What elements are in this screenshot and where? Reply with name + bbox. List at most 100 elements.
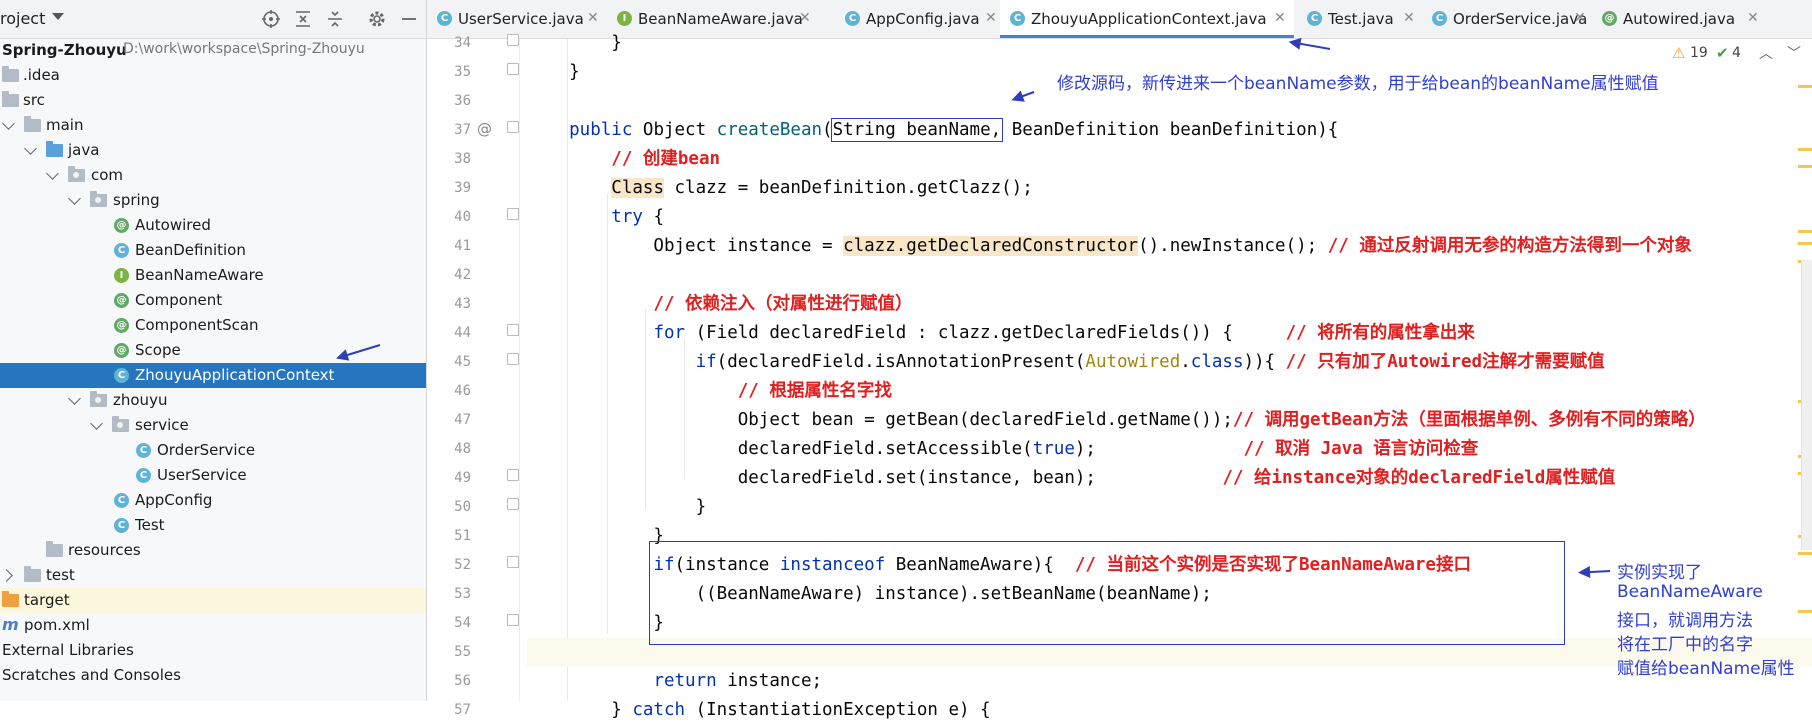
tree-item-external-libraries[interactable]: External Libraries bbox=[0, 638, 426, 663]
close-icon[interactable]: ✕ bbox=[1574, 10, 1586, 26]
chevron-down-icon[interactable] bbox=[68, 192, 81, 205]
collapse-all-icon[interactable] bbox=[324, 8, 346, 30]
fold-marker-icon[interactable] bbox=[507, 614, 519, 626]
warning-stripe[interactable] bbox=[1798, 242, 1812, 245]
code-line: Class clazz = beanDefinition.getClazz(); bbox=[611, 178, 1033, 198]
close-icon[interactable]: ✕ bbox=[1747, 10, 1759, 26]
warning-icon: ⚠ bbox=[1672, 44, 1686, 62]
project-panel-title[interactable]: roject bbox=[0, 9, 45, 28]
tree-item-service[interactable]: service bbox=[0, 413, 426, 438]
tree-item-java[interactable]: java bbox=[0, 138, 426, 163]
tree-item-label: .idea bbox=[23, 66, 60, 84]
warning-stripe[interactable] bbox=[1798, 165, 1812, 168]
tree-item-src[interactable]: src bbox=[0, 88, 426, 113]
chevron-right-icon[interactable] bbox=[0, 569, 13, 582]
close-icon[interactable]: ✕ bbox=[1274, 10, 1286, 26]
expand-all-icon[interactable] bbox=[292, 8, 314, 30]
project-root[interactable]: Spring-Zhouyu D:\work\workspace\Spring-Z… bbox=[0, 38, 426, 63]
line-number: 53 bbox=[454, 586, 471, 602]
tree-item-appconfig[interactable]: C AppConfig bbox=[0, 488, 426, 513]
close-icon[interactable]: ✕ bbox=[799, 10, 811, 26]
tree-item-target[interactable]: target bbox=[0, 588, 426, 613]
close-icon[interactable]: ✕ bbox=[587, 10, 599, 26]
tree-item-beannameaware[interactable]: I BeanNameAware bbox=[0, 263, 426, 288]
chevron-down-icon[interactable] bbox=[90, 417, 103, 430]
warning-stripe[interactable] bbox=[1798, 230, 1812, 233]
tree-item-label: test bbox=[46, 566, 75, 584]
tree-item-main[interactable]: main bbox=[0, 113, 426, 138]
chevron-down-icon[interactable]: ﹀ bbox=[1787, 43, 1801, 63]
class-icon: C bbox=[1010, 11, 1025, 26]
project-root-path: D:\work\workspace\Spring-Zhouyu bbox=[123, 41, 365, 57]
annotation-side-note-line: 实例实现了 bbox=[1617, 563, 1702, 583]
tree-item-label: com bbox=[91, 166, 124, 184]
annotation-side-note-line: BeanNameAware bbox=[1617, 582, 1763, 602]
tree-item-idea[interactable]: .idea bbox=[0, 63, 426, 88]
chevron-down-icon[interactable] bbox=[52, 13, 64, 20]
tab-label: OrderService.java bbox=[1453, 10, 1588, 28]
line-number: 49 bbox=[454, 470, 471, 486]
code-line: // 创建bean bbox=[527, 149, 721, 169]
tree-item-label: Test bbox=[135, 516, 165, 534]
tree-item-scratches[interactable]: Scratches and Consoles bbox=[0, 663, 426, 688]
close-icon[interactable]: ✕ bbox=[1403, 10, 1415, 26]
annotation-side-note-line: 接口，就调用方法 bbox=[1617, 611, 1753, 631]
fold-marker-icon[interactable] bbox=[507, 469, 519, 481]
gear-icon[interactable] bbox=[366, 8, 388, 30]
line-number: 43 bbox=[454, 296, 471, 312]
tree-item-componentscan[interactable]: @ ComponentScan bbox=[0, 313, 426, 338]
tab-label: ZhouyuApplicationContext.java bbox=[1031, 10, 1267, 28]
tree-item-autowired[interactable]: @ Autowired bbox=[0, 213, 426, 238]
class-icon: C bbox=[845, 11, 860, 26]
ok-count: 4 bbox=[1732, 45, 1741, 61]
fold-marker-icon[interactable] bbox=[507, 556, 519, 568]
chevron-down-icon[interactable] bbox=[24, 142, 37, 155]
vertical-scrollbar[interactable] bbox=[1801, 260, 1812, 550]
tree-item-userservice[interactable]: C UserService bbox=[0, 463, 426, 488]
fold-marker-icon[interactable] bbox=[507, 324, 519, 336]
tree-item-label: resources bbox=[68, 541, 141, 559]
minimize-icon[interactable] bbox=[398, 8, 420, 30]
line-number: 36 bbox=[454, 93, 471, 109]
tree-item-pom[interactable]: m pom.xml bbox=[0, 613, 426, 638]
tree-item-beandefinition[interactable]: C BeanDefinition bbox=[0, 238, 426, 263]
source-folder-icon bbox=[46, 141, 63, 157]
fold-marker-icon[interactable] bbox=[507, 208, 519, 220]
fold-marker-icon[interactable] bbox=[507, 353, 519, 365]
chevron-down-icon[interactable] bbox=[2, 117, 15, 130]
tree-item-com[interactable]: com bbox=[0, 163, 426, 188]
tab-label: AppConfig.java bbox=[866, 10, 980, 28]
tree-item-orderservice[interactable]: C OrderService bbox=[0, 438, 426, 463]
annotation-top-note: 修改源码，新传进来一个beanName参数，用于给bean的beanName属性… bbox=[1057, 74, 1659, 94]
line-number: 44 bbox=[454, 325, 471, 341]
warning-stripe[interactable] bbox=[1798, 85, 1812, 88]
fold-marker-icon[interactable] bbox=[507, 498, 519, 510]
class-icon: C bbox=[437, 11, 452, 26]
fold-marker-icon[interactable] bbox=[507, 121, 519, 133]
tree-item-component[interactable]: @ Component bbox=[0, 288, 426, 313]
tree-item-zhouyuapplicationcontext[interactable]: C ZhouyuApplicationContext bbox=[0, 363, 426, 388]
tree-item-label: Autowired bbox=[135, 216, 211, 234]
chevron-down-icon[interactable] bbox=[68, 392, 81, 405]
warning-stripe[interactable] bbox=[1798, 610, 1812, 613]
tab-label: UserService.java bbox=[458, 10, 584, 28]
warning-stripe[interactable] bbox=[1798, 148, 1812, 151]
tree-item-label: spring bbox=[113, 191, 160, 209]
line-number: 41 bbox=[454, 238, 471, 254]
fold-marker-icon[interactable] bbox=[507, 63, 519, 75]
fold-marker-icon[interactable] bbox=[507, 34, 519, 46]
tree-item-test-folder[interactable]: test bbox=[0, 563, 426, 588]
close-icon[interactable]: ✕ bbox=[985, 10, 997, 26]
override-at-icon[interactable]: @ bbox=[477, 120, 492, 138]
code-line: // 依赖注入（对属性进行赋值） bbox=[527, 294, 913, 314]
tree-item-spring[interactable]: spring bbox=[0, 188, 426, 213]
tree-item-test-class[interactable]: C Test bbox=[0, 513, 426, 538]
locate-icon[interactable] bbox=[260, 8, 282, 30]
chevron-down-icon[interactable] bbox=[46, 167, 59, 180]
tree-item-resources[interactable]: resources bbox=[0, 538, 426, 563]
tree-item-zhouyu[interactable]: zhouyu bbox=[0, 388, 426, 413]
runnable-class-icon: C bbox=[114, 518, 129, 533]
warning-stripe[interactable] bbox=[1798, 552, 1812, 555]
inspection-widget[interactable]: ⚠ 19 ✔ 4 ︿ ﹀ bbox=[1612, 39, 1812, 67]
chevron-up-icon[interactable]: ︿ bbox=[1759, 43, 1773, 63]
